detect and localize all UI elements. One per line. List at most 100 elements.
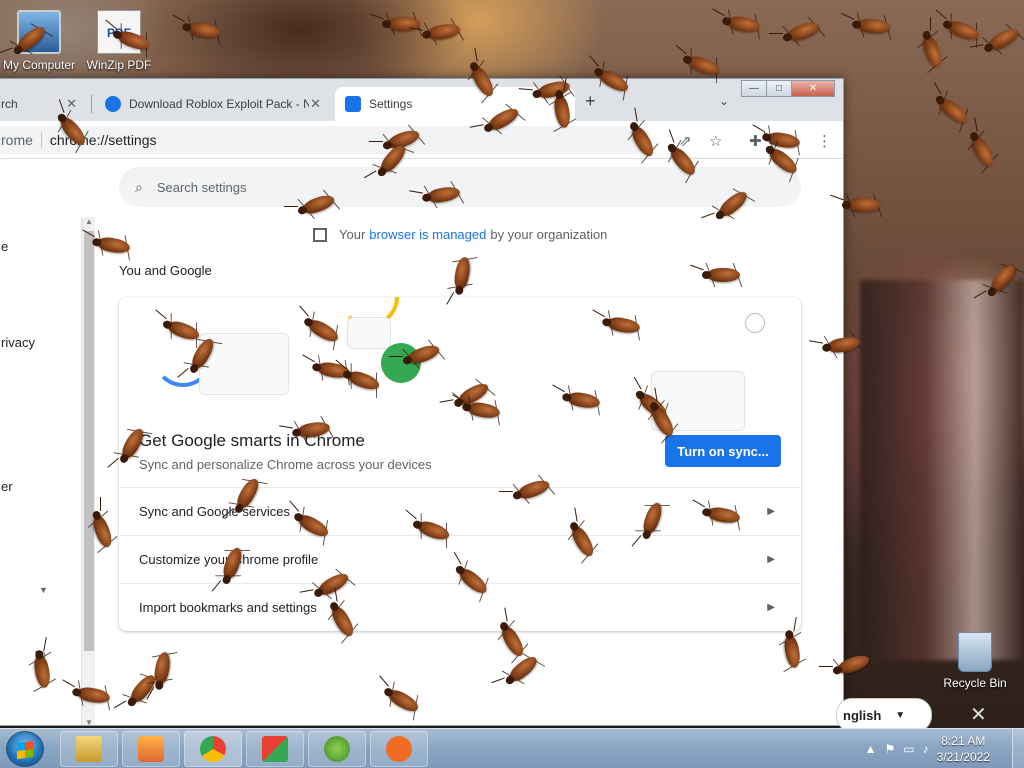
sync-illustration (119, 297, 801, 431)
recycle-bin-icon (958, 632, 992, 672)
clock[interactable]: 8:21 AM 3/21/2022 (937, 733, 990, 765)
address-bar[interactable]: rome chrome://settings (0, 126, 651, 154)
scroll-down-icon[interactable]: ▼ (85, 718, 93, 725)
tab-separator (91, 95, 92, 113)
you-and-google-card: Get Google smarts in Chrome Sync and per… (119, 297, 801, 631)
close-icon[interactable]: ✕ (970, 702, 987, 727)
shield-icon (324, 736, 350, 762)
tab-label: rch (1, 97, 18, 111)
scrollbar[interactable]: ▲ ▼ (81, 217, 95, 725)
tab-roblox[interactable]: Download Roblox Exploit Pack - N ✕ (95, 87, 331, 121)
search-input[interactable]: ⌕ Search settings (119, 167, 801, 207)
chrome-icon (200, 736, 226, 762)
desktop-icon-my-computer[interactable]: My Computer (0, 10, 84, 72)
close-icon[interactable]: ✕ (310, 96, 321, 112)
app-icon (262, 736, 288, 762)
scrollbar-thumb[interactable] (84, 231, 94, 651)
external-link-icon[interactable]: ⧉ (35, 647, 46, 664)
illustration-ring (745, 313, 765, 333)
taskbar-app-avast[interactable] (370, 731, 428, 767)
managed-text-after: by your organization (490, 227, 608, 242)
sidebar-item-browser[interactable]: er (1, 479, 13, 494)
address-url: chrome://settings (49, 132, 157, 148)
row-customize-profile[interactable]: Customize your Chrome profile ▶ (119, 535, 801, 583)
wallpaper-detail (860, 280, 1024, 660)
chevron-right-icon: ▶ (767, 554, 775, 565)
site-favicon-icon (105, 96, 121, 112)
network-icon[interactable]: ▭ (903, 742, 914, 756)
taskbar-app-shield[interactable] (308, 731, 366, 767)
chevron-down-icon[interactable]: ▼ (39, 585, 48, 595)
row-sync-services[interactable]: Sync and Google services ▶ (119, 487, 801, 535)
language-select[interactable]: nglish ▼ (836, 698, 932, 732)
desktop-icon-label: Recycle Bin (943, 676, 1007, 690)
show-desktop-button[interactable] (1012, 729, 1024, 768)
turn-on-sync-button[interactable]: Turn on sync... (665, 435, 781, 467)
sidebar-item-privacy[interactable]: rivacy (1, 335, 35, 350)
extensions-icon[interactable]: ✚ (749, 132, 762, 150)
tray-expand-icon[interactable]: ▲ (865, 742, 877, 756)
start-button[interactable] (6, 731, 44, 767)
language-label: nglish (843, 707, 882, 723)
desktop-icon-winzip-pdf[interactable]: PDF WinZip PDF (74, 10, 164, 72)
clock-time: 8:21 AM (941, 734, 986, 748)
card-subtitle: Sync and personalize Chrome across your … (139, 457, 432, 472)
desktop-icon-label: WinZip PDF (86, 58, 152, 72)
row-label: Sync and Google services (139, 504, 291, 519)
settings-sidebar: e rivacy er ▼ ⧉ (0, 159, 81, 725)
action-center-icon[interactable]: ⚑ (885, 742, 896, 756)
pdf-file-icon: PDF (97, 10, 141, 54)
taskbar-app-colorful[interactable] (246, 731, 304, 767)
illustration-shape (651, 371, 745, 431)
menu-dots-icon[interactable]: ⋮ (817, 132, 832, 150)
tab-search-button[interactable]: ⌄ (719, 94, 729, 108)
search-placeholder: Search settings (156, 179, 247, 195)
building-icon (313, 227, 327, 242)
media-player-icon (138, 736, 164, 762)
volume-icon[interactable]: ♪ (923, 742, 929, 756)
browser-toolbar: rome chrome://settings ⇗ ☆ ✚ ⋮ (0, 121, 843, 159)
chevron-right-icon: ▶ (767, 506, 775, 517)
clock-date: 3/21/2022 (936, 750, 990, 764)
bookmark-star-icon[interactable]: ☆ (709, 132, 722, 150)
tab-strip: rch ✕ Download Roblox Exploit Pack - N ✕… (0, 79, 843, 121)
illustration-shape (347, 317, 391, 349)
card-title: Get Google smarts in Chrome (139, 431, 365, 450)
share-icon[interactable]: ⇗ (679, 132, 692, 150)
folder-icon (76, 736, 102, 762)
minimize-button[interactable]: — (741, 80, 767, 97)
managed-link[interactable]: browser is managed (369, 227, 486, 242)
new-tab-button[interactable]: + (585, 91, 596, 112)
system-tray: ▲ ⚑ ▭ ♪ 8:21 AM 3/21/2022 (865, 729, 1024, 768)
section-title: You and Google (119, 263, 212, 278)
window-controls: — □ ✕ (741, 80, 835, 97)
gear-icon (345, 96, 361, 112)
taskbar: ▲ ⚑ ▭ ♪ 8:21 AM 3/21/2022 (0, 728, 1024, 768)
close-window-button[interactable]: ✕ (791, 80, 835, 97)
sidebar-item-autofill[interactable]: e (1, 239, 8, 254)
chevron-right-icon: ▶ (767, 602, 775, 613)
managed-notice: Your browser is managed by your organiza… (313, 227, 607, 242)
address-prefix: rome (0, 132, 42, 148)
chrome-window[interactable]: rch ✕ Download Roblox Exploit Pack - N ✕… (0, 78, 844, 726)
taskbar-explorer[interactable] (60, 731, 118, 767)
windows-logo-icon (17, 740, 33, 760)
row-import-bookmarks[interactable]: Import bookmarks and settings ▶ (119, 583, 801, 631)
illustration-circle (381, 343, 421, 383)
maximize-button[interactable]: □ (766, 80, 792, 97)
tab-settings[interactable]: Settings (335, 87, 575, 121)
desktop-icon-recycle-bin[interactable]: Recycle Bin (930, 632, 1020, 690)
taskbar-chrome[interactable] (184, 731, 242, 767)
tab-search[interactable]: rch ✕ (0, 87, 87, 121)
computer-icon (17, 10, 61, 54)
row-label: Import bookmarks and settings (139, 600, 317, 615)
managed-text-before: Your (339, 227, 366, 242)
close-icon[interactable]: ✕ (66, 96, 77, 112)
search-icon: ⌕ (135, 178, 143, 195)
desktop-icon-label: My Computer (2, 58, 76, 72)
tab-label: Download Roblox Exploit Pack - N (129, 97, 309, 111)
illustration-shape (199, 333, 289, 395)
tab-label: Settings (369, 97, 413, 111)
scroll-up-icon[interactable]: ▲ (85, 217, 93, 226)
taskbar-media-player[interactable] (122, 731, 180, 767)
